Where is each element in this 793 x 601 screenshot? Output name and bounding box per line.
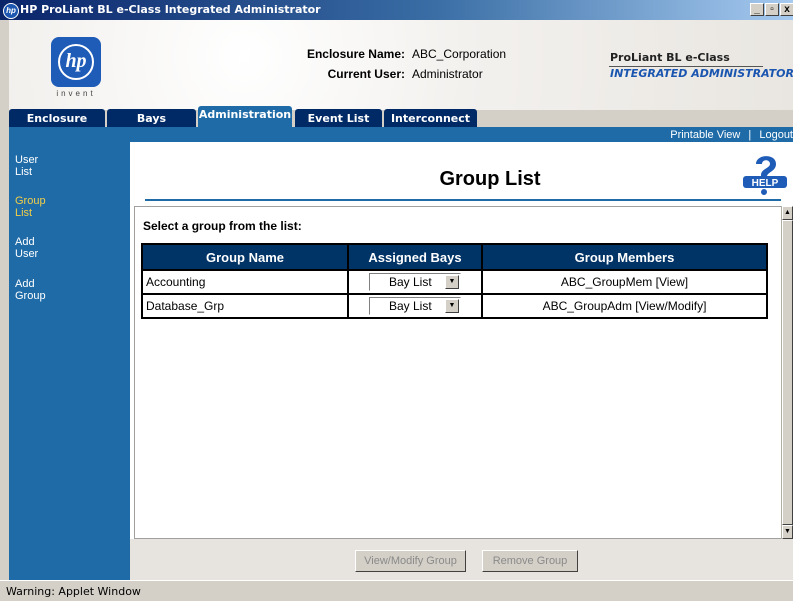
tab-bays[interactable]: Bays <box>107 109 196 127</box>
hp-logo: hp <box>51 37 101 87</box>
maximize-button[interactable]: ▫ <box>765 3 779 16</box>
window-title: HP ProLiant BL e-Class Integrated Admini… <box>20 3 321 16</box>
sidebar-item-add-group[interactable]: Add Group <box>15 278 46 302</box>
title-divider <box>145 199 781 201</box>
chevron-down-icon[interactable]: ▼ <box>445 299 459 313</box>
sidebar-item-label: List <box>15 166 33 178</box>
scroll-down-icon[interactable]: ▼ <box>782 525 793 539</box>
tab-enclosure[interactable]: Enclosure <box>9 109 105 127</box>
enclosure-name-label: Enclosure Name: <box>306 47 405 61</box>
group-members-cell[interactable]: ABC_GroupAdm [View/Modify] <box>481 293 768 319</box>
group-list-panel: Select a group from the list: Group Name… <box>134 206 781 539</box>
help-label: HELP <box>752 178 779 189</box>
tab-interconnect[interactable]: Interconnect <box>384 109 477 127</box>
minimize-button[interactable]: _ <box>750 3 764 16</box>
button-bar: View/Modify Group Remove Group <box>130 539 793 580</box>
column-header-group-name: Group Name <box>141 243 349 271</box>
utility-bar: Printable View | Logout <box>130 129 793 142</box>
assigned-bays-cell: Bay List ▼ <box>347 269 483 295</box>
current-user-label: Current User: <box>327 67 405 81</box>
window-title-bar[interactable]: hp HP ProLiant BL e-Class Integrated Adm… <box>0 0 793 20</box>
logo-tagline: invent <box>56 89 96 98</box>
bay-list-value: Bay List <box>389 275 432 289</box>
bay-list-select[interactable]: Bay List ▼ <box>369 297 461 315</box>
table-header-row: Group Name Assigned Bays Group Members <box>141 243 768 271</box>
column-header-group-members: Group Members <box>481 243 768 271</box>
table-row[interactable]: Database_Grp Bay List ▼ ABC_GroupAdm [Vi… <box>141 293 768 319</box>
sidebar-item-user-list[interactable]: User List <box>15 154 38 178</box>
sidebar-item-label: Group <box>15 195 46 207</box>
printable-view-link[interactable]: Printable View <box>670 129 740 141</box>
sidebar-item-label: List <box>15 207 33 219</box>
product-name: ProLiant BL e-Class <box>610 51 730 64</box>
utility-separator: | <box>748 129 752 141</box>
view-modify-group-button[interactable]: View/Modify Group <box>355 550 466 572</box>
column-header-assigned-bays: Assigned Bays <box>347 243 483 271</box>
assigned-bays-cell: Bay List ▼ <box>347 293 483 319</box>
sidebar-item-label: User <box>15 248 39 260</box>
table-row[interactable]: Accounting Bay List ▼ ABC_GroupMem [View… <box>141 269 768 295</box>
sidebar-item-label: Add <box>15 236 35 248</box>
sidebar-item-label: Add <box>15 278 35 290</box>
scroll-up-icon[interactable]: ▲ <box>782 206 793 220</box>
utility-links: Printable View | Logout <box>670 129 793 141</box>
window-left-border <box>0 20 9 580</box>
tab-administration[interactable]: Administration <box>198 106 292 127</box>
vertical-scrollbar[interactable]: ▲ ▼ <box>781 206 793 539</box>
select-group-prompt: Select a group from the list: <box>143 219 302 233</box>
bay-list-value: Bay List <box>389 299 432 313</box>
tab-event-list[interactable]: Event List <box>295 109 382 127</box>
bay-list-select[interactable]: Bay List ▼ <box>369 273 461 291</box>
logout-link[interactable]: Logout <box>759 129 793 141</box>
group-name-cell[interactable]: Accounting <box>141 269 349 295</box>
sidebar: User List Group List Add User Add Group <box>9 129 130 580</box>
main-content: Group List HELP Select a group from the … <box>130 142 793 580</box>
enclosure-name-value: ABC_Corporation <box>412 47 507 61</box>
group-members-cell[interactable]: ABC_GroupMem [View] <box>481 269 768 295</box>
current-user-value: Administrator <box>412 67 483 81</box>
sidebar-item-add-user[interactable]: Add User <box>15 236 38 260</box>
product-subtitle: INTEGRATED ADMINISTRATOR <box>610 67 793 80</box>
close-button[interactable]: x <box>780 3 793 16</box>
remove-group-button[interactable]: Remove Group <box>482 550 578 572</box>
chevron-down-icon[interactable]: ▼ <box>445 275 459 289</box>
app-header: hp invent Enclosure Name: ABC_Corporatio… <box>9 20 793 110</box>
applet-warning-text: Warning: Applet Window <box>6 585 141 598</box>
page-title: Group List <box>439 168 541 190</box>
status-bar: Warning: Applet Window <box>0 580 793 601</box>
group-table: Group Name Assigned Bays Group Members A… <box>141 243 768 319</box>
hp-logo-mark: hp <box>58 44 94 80</box>
help-icon[interactable]: HELP <box>742 150 788 196</box>
sidebar-item-group-list[interactable]: Group List <box>15 195 46 219</box>
scrollbar-thumb[interactable] <box>782 220 793 525</box>
sidebar-item-label: Group <box>15 290 46 302</box>
hp-app-icon: hp <box>3 3 19 19</box>
group-name-cell[interactable]: Database_Grp <box>141 293 349 319</box>
sidebar-item-label: User <box>15 154 39 166</box>
